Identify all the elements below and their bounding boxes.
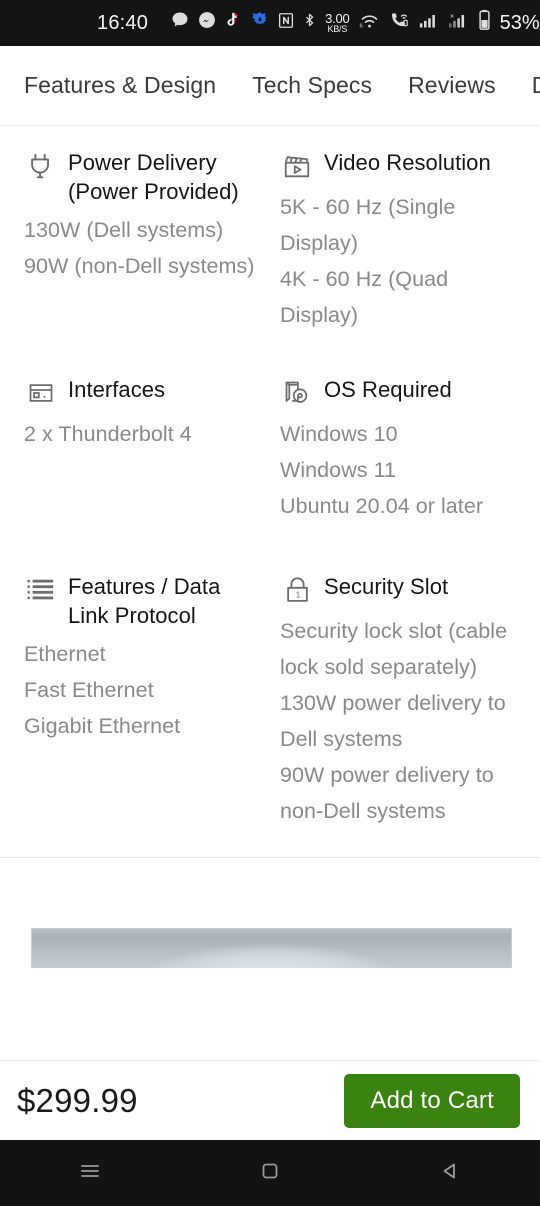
spec-value: 2 x Thunderbolt 4 [24,422,192,446]
spec-value: Ethernet [24,642,106,666]
product-image[interactable] [31,928,512,968]
back-button[interactable] [360,1140,540,1206]
product-price: $299.99 [17,1081,138,1119]
battery-icon [478,9,491,37]
nfc-icon [277,11,295,36]
chat-bubble-icon [170,10,190,36]
tab-features-design[interactable]: Features & Design [24,72,216,99]
brave-icon [250,10,270,36]
spec-item-video-resolution: Video Resolution 5K - 60 Hz (Single Disp… [270,148,540,333]
spec-value: Security lock slot (cable lock sold sepa… [280,619,508,679]
tech-specs-content: Power Delivery (Power Provided) 130W (De… [0,126,540,1060]
spec-values: Security lock slot (cable lock sold sepa… [280,613,524,829]
spec-item-features-data-link-protocol: Features / Data Link Protocol Ethernet F… [0,572,270,829]
spec-value: 4K - 60 Hz (Quad Display) [280,267,449,327]
spec-title: Power Delivery (Power Provided) [68,150,239,204]
buy-bar: $299.99 Add to Cart [0,1060,540,1140]
spec-header: Interfaces [24,375,256,410]
tiktok-icon [224,10,243,36]
product-image-area[interactable] [0,858,540,968]
svg-text:1: 1 [295,590,300,599]
svg-text:6: 6 [359,24,362,30]
wifi-icon: 6 [358,10,381,36]
list-protocol-icon [24,573,58,607]
spec-item-security-slot: 1 Security Slot Security lock slot (cabl… [270,572,540,829]
home-button[interactable] [180,1140,360,1206]
signal-sim2-icon: × [447,10,471,36]
spec-row-spacer [0,333,540,375]
tab-bar[interactable]: Features & Design Tech Specs Reviews Dri… [0,46,540,125]
home-square-icon [257,1158,283,1189]
recents-button[interactable] [0,1140,180,1206]
tab-drivers[interactable]: Drivers, [532,72,540,99]
spec-item-interfaces: Interfaces 2 x Thunderbolt 4 [0,375,270,524]
android-navigation-bar [0,1140,540,1206]
spec-value: Gigabit Ethernet [24,714,181,738]
spec-value: 130W power delivery to Dell systems [280,691,506,751]
spec-title: OS Required [324,377,452,402]
spec-item-os-required: OS Required Windows 10 Windows 11 Ubuntu… [270,375,540,524]
spec-header: 1 Security Slot [280,572,524,607]
spec-values: Ethernet Fast Ethernet Gigabit Ethernet [24,636,256,744]
tab-tech-specs[interactable]: Tech Specs [252,72,372,99]
spec-values: 2 x Thunderbolt 4 [24,416,256,452]
wifi-calling-icon [388,10,411,36]
menu-icon [77,1158,103,1189]
spec-value: 90W power delivery to non-Dell systems [280,763,494,823]
spec-title: Video Resolution [324,150,491,175]
battery-percent-label: 53% [499,11,540,34]
svg-text:×: × [449,11,453,20]
spec-header: Features / Data Link Protocol [24,572,256,630]
spec-value: 130W (Dell systems) [24,218,224,242]
video-clapperboard-icon [280,149,314,183]
spec-value: Fast Ethernet [24,678,154,702]
tab-reviews[interactable]: Reviews [408,72,496,99]
spec-row: Power Delivery (Power Provided) 130W (De… [0,148,540,333]
spec-values: Windows 10 Windows 11 Ubuntu 20.04 or la… [280,416,524,524]
status-bar-clock: 16:40 [97,11,149,34]
spec-title: Interfaces [68,377,166,402]
spec-value: 90W (non-Dell systems) [24,254,255,278]
spec-row: Interfaces 2 x Thunderbolt 4 OS Required… [0,375,540,524]
phone-screen: 16:40 3.00 KB/S 6 × 53% Features & Desig… [0,0,540,1206]
spec-header: Power Delivery (Power Provided) [24,148,256,206]
spec-value: Ubuntu 20.04 or later [280,494,484,518]
add-to-cart-button[interactable]: Add to Cart [344,1073,520,1128]
spec-title: Features / Data Link Protocol [68,574,221,628]
spec-value: Windows 11 [280,458,397,482]
messenger-icon [197,10,217,36]
os-disc-icon [280,376,314,410]
status-bar-notification-icons: 3.00 KB/S 6 × 53% [170,9,540,37]
spec-row: Features / Data Link Protocol Ethernet F… [0,572,540,829]
spec-header: Video Resolution [280,148,524,183]
spec-item-power-delivery: Power Delivery (Power Provided) 130W (De… [0,148,270,333]
status-bar: 16:40 3.00 KB/S 6 × 53% [0,0,540,46]
spec-values: 130W (Dell systems) 90W (non-Dell system… [24,212,256,284]
network-speed-unit: KB/S [327,24,348,34]
spec-value: 5K - 60 Hz (Single Display) [280,195,456,255]
spec-row-spacer [0,524,540,572]
spec-header: OS Required [280,375,524,410]
network-speed-indicator: 3.00 KB/S [325,12,350,34]
signal-sim1-icon [418,10,440,36]
power-plug-icon [24,149,58,183]
lock-icon: 1 [280,573,314,607]
bluetooth-icon [302,10,317,36]
spec-value: Windows 10 [280,422,398,446]
back-triangle-icon [437,1158,463,1189]
interfaces-port-icon [24,376,58,410]
spec-values: 5K - 60 Hz (Single Display) 4K - 60 Hz (… [280,189,524,333]
spec-title: Security Slot [324,574,449,599]
